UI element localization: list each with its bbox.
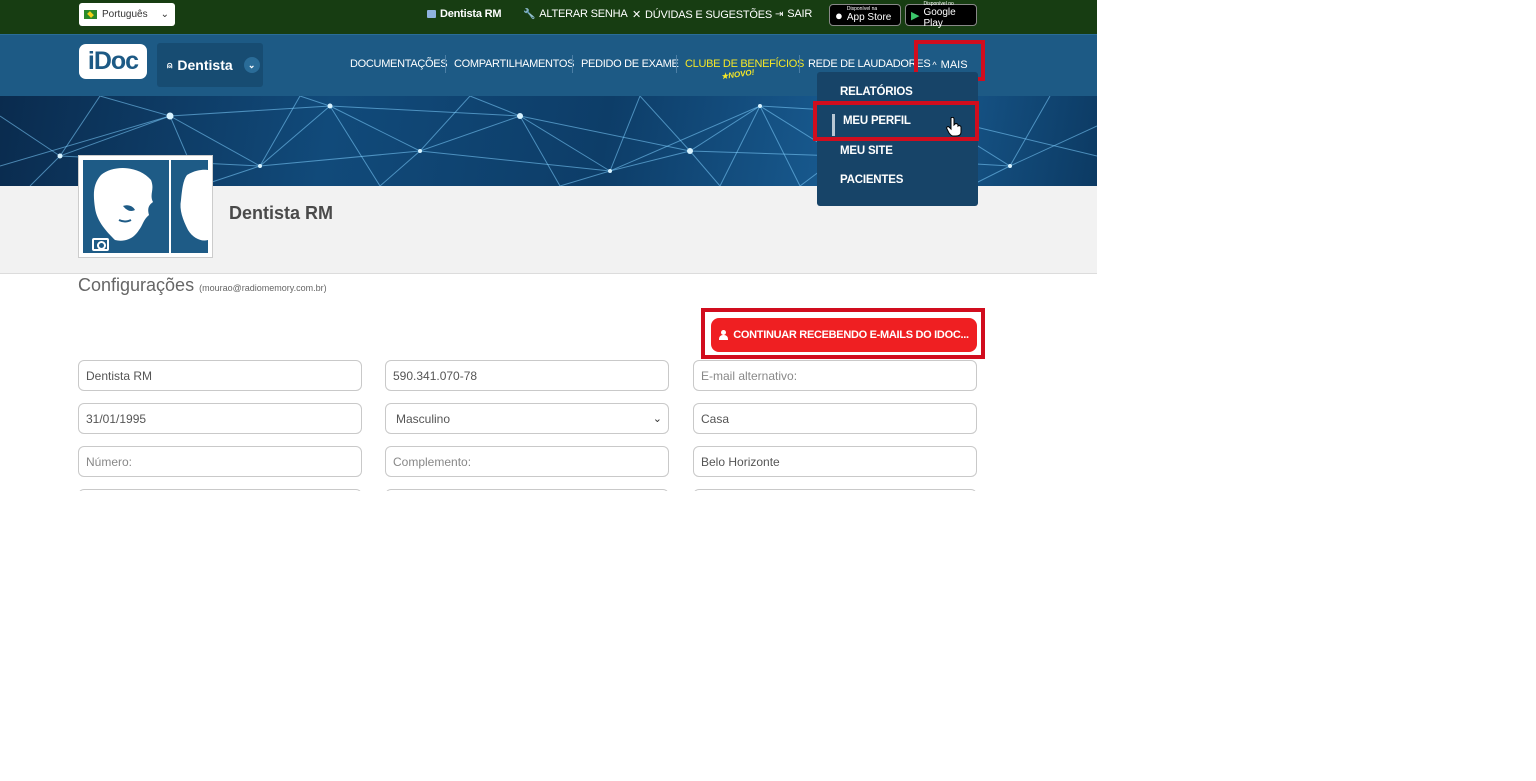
menu-item-pacientes[interactable]: PACIENTES: [840, 174, 903, 186]
continue-receiving-emails-button[interactable]: CONTINUAR RECEBENDO E-MAILS DO IDOC...: [711, 318, 977, 352]
name-field[interactable]: Dentista RM: [78, 360, 362, 391]
logout-link[interactable]: ⇥ SAIR: [775, 8, 812, 20]
camera-icon[interactable]: [92, 238, 109, 251]
config-heading: Configurações (mourao@radiomemory.com.br…: [78, 275, 327, 296]
google-play-icon: ▶: [911, 9, 920, 22]
chevron-down-icon: ⌄: [160, 9, 169, 20]
menu-item-relatorios[interactable]: RELATÓRIOS: [840, 86, 913, 98]
address-type-field[interactable]: Casa: [693, 403, 977, 434]
language-label: Português: [102, 9, 148, 20]
logout-label: SAIR: [787, 8, 813, 20]
gender-select[interactable]: Masculino ⌄: [385, 403, 669, 434]
app-store-button[interactable]: ● Disponível na App Store: [829, 4, 901, 26]
gender-value: Masculino: [396, 411, 451, 426]
nav-rede-de-laudadores[interactable]: REDE DE LAUDADORES: [808, 58, 931, 70]
apple-icon: ●: [835, 7, 843, 23]
menu-item-meu-site[interactable]: MEU SITE: [840, 145, 893, 157]
google-play-label: Google Play: [923, 6, 956, 29]
form-field-partial[interactable]: [385, 489, 669, 491]
cta-label: CONTINUAR RECEBENDO E-MAILS DO IDOC...: [733, 329, 969, 341]
city-field[interactable]: Belo Horizonte: [693, 446, 977, 477]
logout-icon: ⇥: [775, 8, 784, 20]
wrench-icon: 🔧: [523, 8, 536, 20]
chevron-down-icon: ⌄: [243, 57, 260, 73]
top-bar: Português ⌄ Dentista RM 🔧 ALTERAR SENHA …: [0, 0, 1097, 34]
nav-divider: [572, 55, 573, 73]
role-selector[interactable]: ⍝ Dentista ⌄: [157, 43, 263, 87]
profile-avatar[interactable]: [78, 155, 213, 258]
nav-documentacoes[interactable]: DOCUMENTAÇÕES: [350, 58, 448, 70]
help-label: DÚVIDAS E SUGESTÕES: [645, 8, 773, 21]
user-name: Dentista RM: [440, 8, 502, 20]
alt-email-field[interactable]: E-mail alternativo:: [693, 360, 977, 391]
tools-icon: ✕: [632, 9, 642, 21]
change-password-link[interactable]: 🔧 ALTERAR SENHA: [523, 8, 628, 20]
role-label: Dentista: [177, 57, 233, 73]
config-email: (mourao@radiomemory.com.br): [199, 283, 327, 293]
tooth-icon: ⍝: [167, 59, 173, 70]
form-field-partial[interactable]: [693, 489, 977, 491]
hand-cursor-icon: [946, 117, 962, 137]
avatar-image: [83, 160, 208, 253]
user-name-link[interactable]: Dentista RM: [427, 8, 502, 20]
cpf-field[interactable]: 590.341.070-78: [385, 360, 669, 391]
user-icon: [719, 330, 729, 340]
change-password-label: ALTERAR SENHA: [539, 8, 628, 20]
nav-divider: [799, 55, 800, 73]
idoc-logo[interactable]: iDoc: [79, 44, 147, 79]
number-field[interactable]: Número:: [78, 446, 362, 477]
app-store-label: App Store: [846, 12, 892, 23]
complement-field[interactable]: Complemento:: [385, 446, 669, 477]
profile-name: Dentista RM: [229, 203, 334, 223]
config-title: Configurações: [78, 275, 195, 295]
chevron-down-icon: ⌄: [652, 413, 662, 425]
birth-date-field[interactable]: 31/01/1995: [78, 403, 362, 434]
id-card-icon: [427, 10, 436, 18]
google-play-button[interactable]: ▶ Disponível no Google Play: [905, 1, 977, 29]
nav-divider: [676, 55, 677, 73]
form-field-partial[interactable]: [78, 489, 362, 491]
app-window: Português ⌄ Dentista RM 🔧 ALTERAR SENHA …: [0, 0, 1097, 491]
nav-compartilhamentos[interactable]: COMPARTILHAMENTOS: [454, 58, 575, 70]
nav-divider: [445, 55, 446, 73]
help-link[interactable]: ✕ DÚVIDAS E SUGESTÕES: [632, 8, 773, 22]
brazil-flag-icon: [84, 10, 97, 19]
language-select[interactable]: Português ⌄: [79, 3, 175, 26]
nav-pedido-de-exame[interactable]: PEDIDO DE EXAME: [581, 58, 679, 70]
